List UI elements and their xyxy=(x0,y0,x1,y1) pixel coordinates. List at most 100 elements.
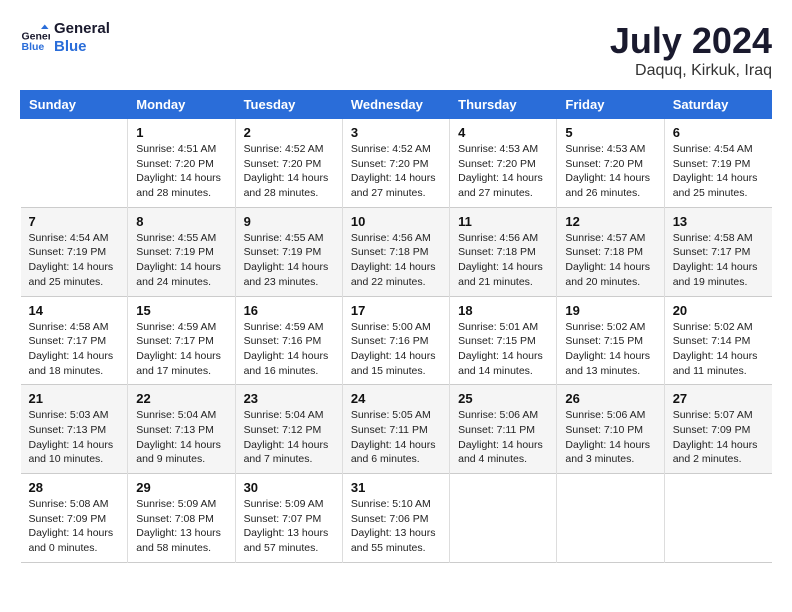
day-number: 31 xyxy=(351,480,441,495)
day-info: Sunrise: 4:54 AMSunset: 7:19 PMDaylight:… xyxy=(29,231,120,290)
day-number: 16 xyxy=(244,303,334,318)
day-info: Sunrise: 4:56 AMSunset: 7:18 PMDaylight:… xyxy=(458,231,548,290)
day-number: 18 xyxy=(458,303,548,318)
day-info: Sunrise: 5:06 AMSunset: 7:10 PMDaylight:… xyxy=(565,408,655,467)
day-cell: 3 Sunrise: 4:52 AMSunset: 7:20 PMDaylight… xyxy=(342,119,449,208)
day-number: 24 xyxy=(351,391,441,406)
day-cell: 13 Sunrise: 4:58 AMSunset: 7:17 PMDayligh… xyxy=(664,207,771,296)
day-info: Sunrise: 4:51 AMSunset: 7:20 PMDaylight:… xyxy=(136,142,226,201)
day-cell xyxy=(664,474,771,563)
day-number: 27 xyxy=(673,391,764,406)
day-number: 2 xyxy=(244,125,334,140)
week-row-1: 1 Sunrise: 4:51 AMSunset: 7:20 PMDaylight… xyxy=(21,119,772,208)
col-header-thursday: Thursday xyxy=(450,91,557,119)
day-cell: 19 Sunrise: 5:02 AMSunset: 7:15 PMDayligh… xyxy=(557,296,664,385)
day-cell: 22Sunrise: 5:04 AMSunset: 7:13 PMDayligh… xyxy=(128,385,235,474)
logo-icon: General Blue xyxy=(20,23,50,53)
logo: General Blue General Blue xyxy=(20,20,110,56)
day-cell: 6 Sunrise: 4:54 AMSunset: 7:19 PMDaylight… xyxy=(664,119,771,208)
logo-line1: General xyxy=(54,20,110,38)
col-header-saturday: Saturday xyxy=(664,91,771,119)
day-info: Sunrise: 4:52 AMSunset: 7:20 PMDaylight:… xyxy=(244,142,334,201)
day-cell: 20 Sunrise: 5:02 AMSunset: 7:14 PMDayligh… xyxy=(664,296,771,385)
day-info: Sunrise: 4:57 AMSunset: 7:18 PMDaylight:… xyxy=(565,231,655,290)
day-number: 20 xyxy=(673,303,764,318)
day-number: 26 xyxy=(565,391,655,406)
day-info: Sunrise: 5:08 AMSunset: 7:09 PMDaylight:… xyxy=(29,497,120,556)
day-info: Sunrise: 5:03 AMSunset: 7:13 PMDaylight:… xyxy=(29,408,120,467)
day-cell: 5 Sunrise: 4:53 AMSunset: 7:20 PMDaylight… xyxy=(557,119,664,208)
month-title: July 2024 xyxy=(610,20,772,62)
day-cell xyxy=(450,474,557,563)
day-cell: 2 Sunrise: 4:52 AMSunset: 7:20 PMDaylight… xyxy=(235,119,342,208)
day-cell xyxy=(557,474,664,563)
day-info: Sunrise: 5:05 AMSunset: 7:11 PMDaylight:… xyxy=(351,408,441,467)
day-cell: 28 Sunrise: 5:08 AMSunset: 7:09 PMDayligh… xyxy=(21,474,128,563)
day-cell: 12Sunrise: 4:57 AMSunset: 7:18 PMDayligh… xyxy=(557,207,664,296)
day-number: 1 xyxy=(136,125,226,140)
day-info: Sunrise: 4:52 AMSunset: 7:20 PMDaylight:… xyxy=(351,142,441,201)
logo-line2: Blue xyxy=(54,38,110,56)
day-info: Sunrise: 4:56 AMSunset: 7:18 PMDaylight:… xyxy=(351,231,441,290)
title-block: July 2024 Daquq, Kirkuk, Iraq xyxy=(610,20,772,80)
col-header-wednesday: Wednesday xyxy=(342,91,449,119)
day-cell: 15Sunrise: 4:59 AMSunset: 7:17 PMDayligh… xyxy=(128,296,235,385)
week-row-4: 21 Sunrise: 5:03 AMSunset: 7:13 PMDayligh… xyxy=(21,385,772,474)
svg-text:Blue: Blue xyxy=(22,41,45,53)
day-cell: 9Sunrise: 4:55 AMSunset: 7:19 PMDaylight… xyxy=(235,207,342,296)
day-number: 19 xyxy=(565,303,655,318)
day-cell: 31 Sunrise: 5:10 AMSunset: 7:06 PMDayligh… xyxy=(342,474,449,563)
day-number: 25 xyxy=(458,391,548,406)
day-number: 7 xyxy=(29,214,120,229)
day-cell: 8Sunrise: 4:55 AMSunset: 7:19 PMDaylight… xyxy=(128,207,235,296)
day-info: Sunrise: 4:59 AMSunset: 7:17 PMDaylight:… xyxy=(136,320,226,379)
day-info: Sunrise: 5:01 AMSunset: 7:15 PMDaylight:… xyxy=(458,320,548,379)
page-header: General Blue General Blue July 2024 Daqu… xyxy=(20,20,772,80)
day-info: Sunrise: 4:58 AMSunset: 7:17 PMDaylight:… xyxy=(673,231,764,290)
day-cell: 16Sunrise: 4:59 AMSunset: 7:16 PMDayligh… xyxy=(235,296,342,385)
day-number: 9 xyxy=(244,214,334,229)
col-header-tuesday: Tuesday xyxy=(235,91,342,119)
day-number: 11 xyxy=(458,214,548,229)
day-info: Sunrise: 5:07 AMSunset: 7:09 PMDaylight:… xyxy=(673,408,764,467)
col-header-monday: Monday xyxy=(128,91,235,119)
day-info: Sunrise: 5:02 AMSunset: 7:14 PMDaylight:… xyxy=(673,320,764,379)
day-cell: 26 Sunrise: 5:06 AMSunset: 7:10 PMDayligh… xyxy=(557,385,664,474)
day-cell: 24 Sunrise: 5:05 AMSunset: 7:11 PMDayligh… xyxy=(342,385,449,474)
day-number: 17 xyxy=(351,303,441,318)
day-cell xyxy=(21,119,128,208)
day-cell: 29Sunrise: 5:09 AMSunset: 7:08 PMDayligh… xyxy=(128,474,235,563)
day-info: Sunrise: 5:04 AMSunset: 7:13 PMDaylight:… xyxy=(136,408,226,467)
day-info: Sunrise: 5:10 AMSunset: 7:06 PMDaylight:… xyxy=(351,497,441,556)
day-info: Sunrise: 5:09 AMSunset: 7:07 PMDaylight:… xyxy=(244,497,334,556)
day-number: 4 xyxy=(458,125,548,140)
day-cell: 21 Sunrise: 5:03 AMSunset: 7:13 PMDayligh… xyxy=(21,385,128,474)
day-info: Sunrise: 5:06 AMSunset: 7:11 PMDaylight:… xyxy=(458,408,548,467)
day-info: Sunrise: 4:54 AMSunset: 7:19 PMDaylight:… xyxy=(673,142,764,201)
col-header-sunday: Sunday xyxy=(21,91,128,119)
day-cell: 17Sunrise: 5:00 AMSunset: 7:16 PMDayligh… xyxy=(342,296,449,385)
day-number: 6 xyxy=(673,125,764,140)
day-cell: 27 Sunrise: 5:07 AMSunset: 7:09 PMDayligh… xyxy=(664,385,771,474)
day-cell: 14Sunrise: 4:58 AMSunset: 7:17 PMDayligh… xyxy=(21,296,128,385)
day-cell: 25 Sunrise: 5:06 AMSunset: 7:11 PMDayligh… xyxy=(450,385,557,474)
calendar-table: SundayMondayTuesdayWednesdayThursdayFrid… xyxy=(20,90,772,563)
week-row-3: 14Sunrise: 4:58 AMSunset: 7:17 PMDayligh… xyxy=(21,296,772,385)
day-number: 29 xyxy=(136,480,226,495)
day-info: Sunrise: 5:02 AMSunset: 7:15 PMDaylight:… xyxy=(565,320,655,379)
day-cell: 10Sunrise: 4:56 AMSunset: 7:18 PMDayligh… xyxy=(342,207,449,296)
day-cell: 4 Sunrise: 4:53 AMSunset: 7:20 PMDaylight… xyxy=(450,119,557,208)
day-number: 3 xyxy=(351,125,441,140)
day-number: 28 xyxy=(29,480,120,495)
day-info: Sunrise: 4:53 AMSunset: 7:20 PMDaylight:… xyxy=(565,142,655,201)
day-number: 5 xyxy=(565,125,655,140)
day-number: 23 xyxy=(244,391,334,406)
day-number: 21 xyxy=(29,391,120,406)
col-header-friday: Friday xyxy=(557,91,664,119)
day-number: 13 xyxy=(673,214,764,229)
day-cell: 23Sunrise: 5:04 AMSunset: 7:12 PMDayligh… xyxy=(235,385,342,474)
day-cell: 18 Sunrise: 5:01 AMSunset: 7:15 PMDayligh… xyxy=(450,296,557,385)
day-cell: 1 Sunrise: 4:51 AMSunset: 7:20 PMDaylight… xyxy=(128,119,235,208)
day-info: Sunrise: 4:53 AMSunset: 7:20 PMDaylight:… xyxy=(458,142,548,201)
day-number: 30 xyxy=(244,480,334,495)
